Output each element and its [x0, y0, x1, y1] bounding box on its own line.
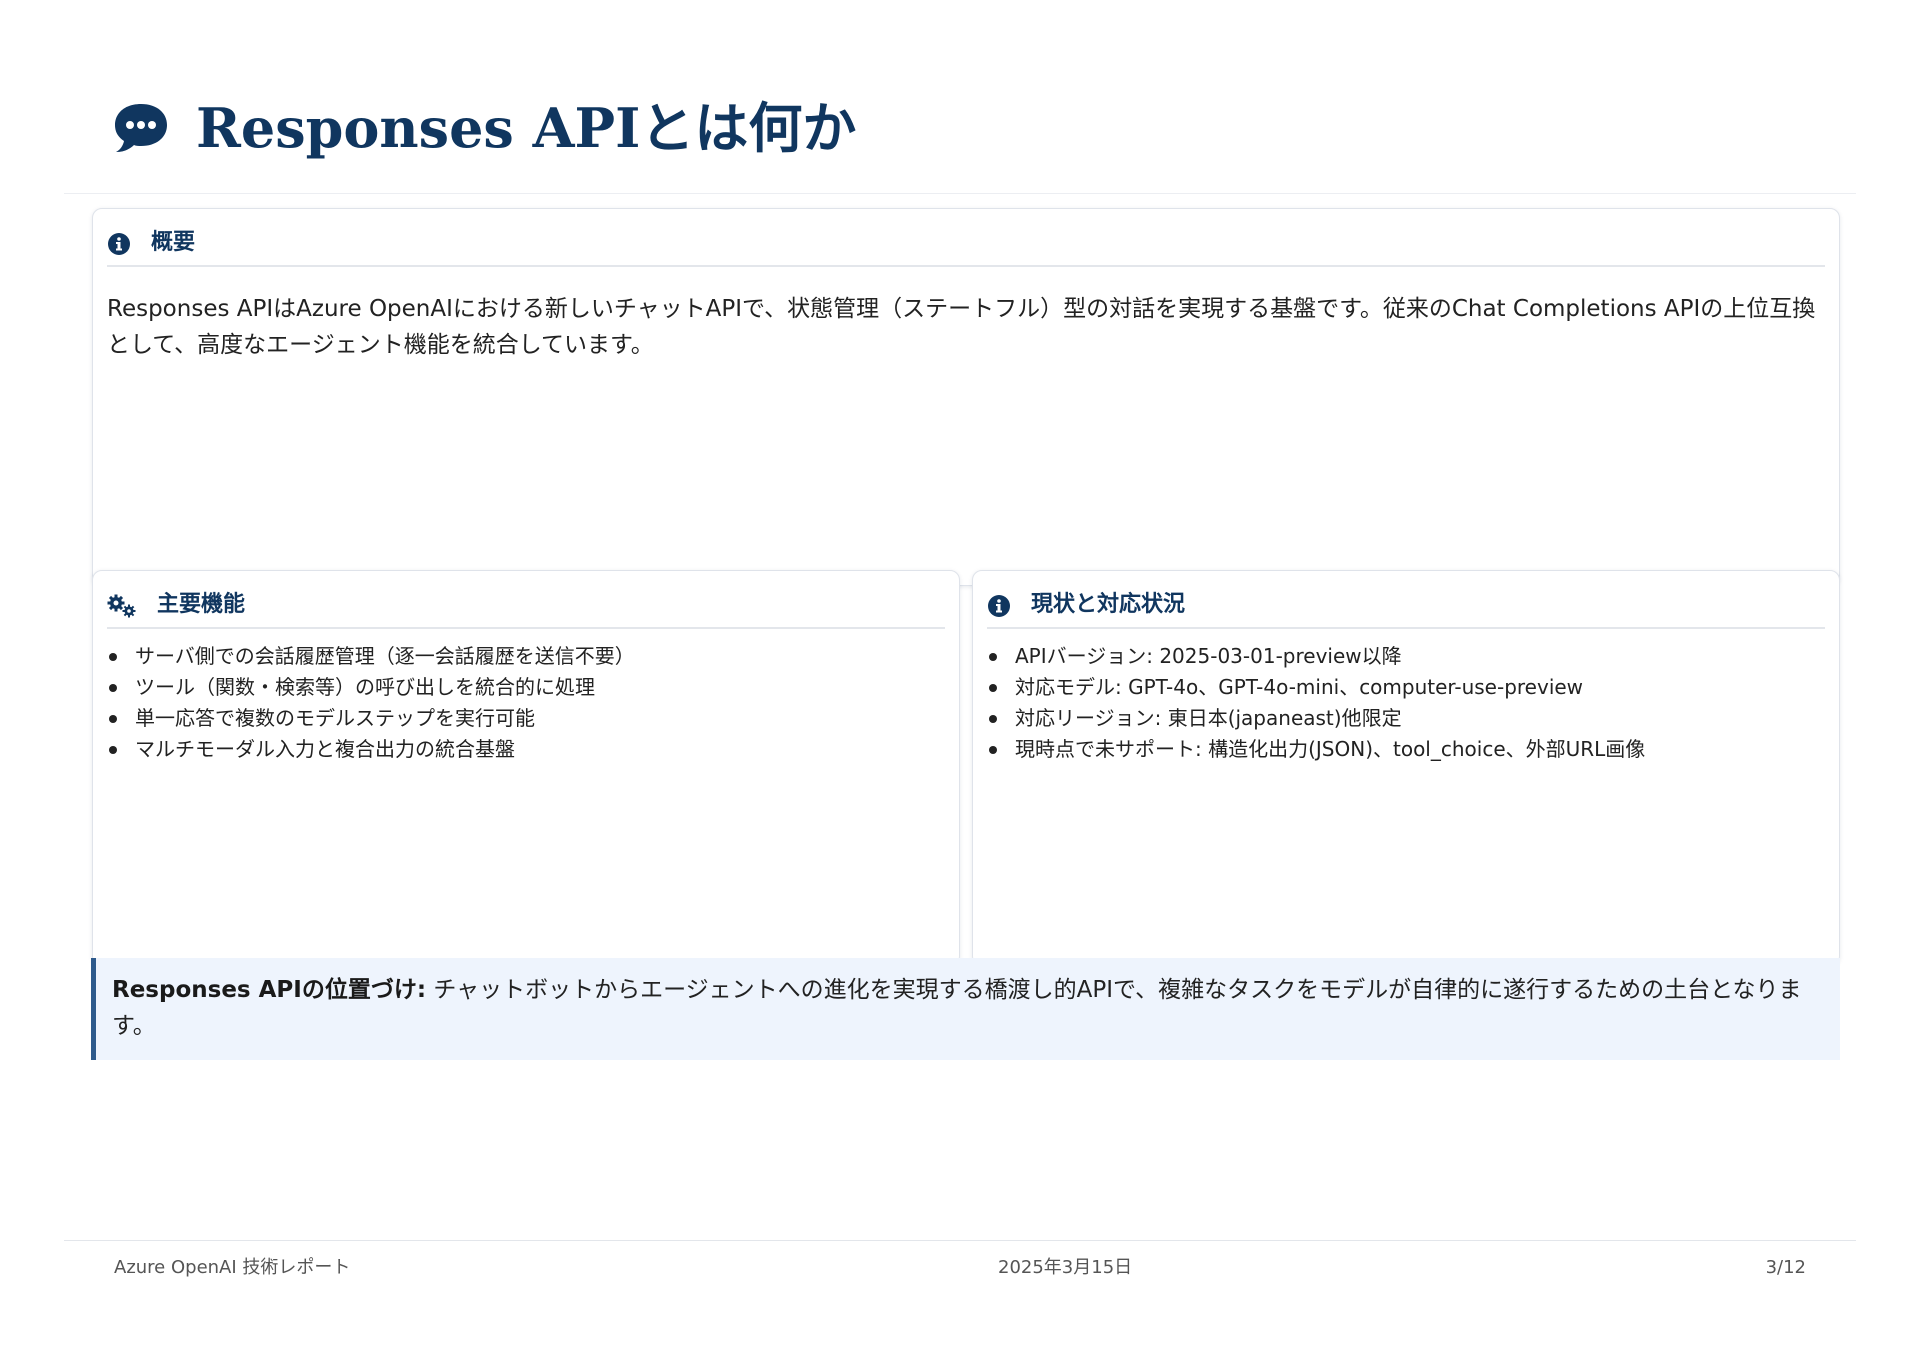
bullet-icon	[989, 653, 997, 661]
features-heading: 主要機能	[157, 592, 246, 617]
bullet-icon	[989, 684, 997, 692]
features-card: 主要機能 サーバ側での会話履歴管理（逐一会話履歴を送信不要） ツール（関数・検索…	[92, 570, 960, 966]
list-item-text: 現時点で未サポート: 構造化出力(JSON)、tool_choice、外部URL…	[1015, 737, 1646, 761]
list-item: 現時点で未サポート: 構造化出力(JSON)、tool_choice、外部URL…	[987, 734, 1825, 765]
footer-report-name: Azure OpenAI 技術レポート	[114, 1257, 351, 1278]
list-item: サーバ側での会話履歴管理（逐一会話履歴を送信不要）	[107, 641, 945, 672]
callout-label: Responses APIの位置づけ:	[112, 977, 427, 1003]
bullet-icon	[109, 684, 117, 692]
footer-page-number: 3/12	[1765, 1257, 1806, 1278]
status-card: 現状と対応状況 APIバージョン: 2025-03-01-preview以降 対…	[972, 570, 1840, 966]
list-item-text: 単一応答で複数のモデルステップを実行可能	[135, 706, 535, 730]
slide-header: Responses APIとは何か	[64, 60, 1856, 194]
page-title: Responses APIとは何か	[196, 96, 857, 160]
list-item: 対応モデル: GPT-4o、GPT-4o-mini、computer-use-p…	[987, 672, 1825, 703]
overview-text: Responses APIはAzure OpenAIにおける新しいチャットAPI…	[107, 296, 1816, 358]
list-item: ツール（関数・検索等）の呼び出しを統合的に処理	[107, 672, 945, 703]
footer-date: 2025年3月15日	[998, 1257, 1133, 1278]
bullet-icon	[109, 653, 117, 661]
bullet-icon	[989, 715, 997, 723]
bullet-icon	[109, 715, 117, 723]
list-item-text: マルチモーダル入力と複合出力の統合基盤	[135, 737, 515, 761]
list-item: 単一応答で複数のモデルステップを実行可能	[107, 703, 945, 734]
info-circle-icon	[108, 233, 130, 255]
bullet-icon	[109, 746, 117, 754]
list-item: APIバージョン: 2025-03-01-preview以降	[987, 641, 1825, 672]
status-list: APIバージョン: 2025-03-01-preview以降 対応モデル: GP…	[987, 641, 1825, 765]
list-item-text: ツール（関数・検索等）の呼び出しを統合的に処理	[135, 675, 595, 699]
overview-card-header: 概要	[107, 219, 1825, 267]
status-card-header: 現状と対応状況	[987, 581, 1825, 629]
positioning-callout: Responses APIの位置づけ: チャットボットからエージェントへの進化を…	[91, 958, 1840, 1060]
gears-icon	[107, 594, 136, 618]
features-card-header: 主要機能	[107, 581, 945, 629]
status-heading: 現状と対応状況	[1031, 592, 1186, 617]
list-item-text: 対応モデル: GPT-4o、GPT-4o-mini、computer-use-p…	[1015, 675, 1584, 699]
list-item: 対応リージョン: 東日本(japaneast)他限定	[987, 703, 1825, 734]
bullet-icon	[989, 746, 997, 754]
callout-text: Responses APIの位置づけ: チャットボットからエージェントへの進化を…	[112, 972, 1832, 1044]
info-circle-icon	[988, 595, 1010, 617]
list-item-text: APIバージョン: 2025-03-01-preview以降	[1015, 644, 1402, 668]
list-item: マルチモーダル入力と複合出力の統合基盤	[107, 734, 945, 765]
overview-heading: 概要	[151, 230, 196, 255]
list-item-text: サーバ側での会話履歴管理（逐一会話履歴を送信不要）	[135, 644, 635, 668]
overview-card: 概要 Responses APIはAzure OpenAIにおける新しいチャット…	[92, 208, 1840, 586]
slide-footer: Azure OpenAI 技術レポート 2025年3月15日 3/12	[64, 1240, 1856, 1300]
chat-bubble-icon	[115, 104, 167, 152]
list-item-text: 対応リージョン: 東日本(japaneast)他限定	[1015, 706, 1402, 730]
features-list: サーバ側での会話履歴管理（逐一会話履歴を送信不要） ツール（関数・検索等）の呼び…	[107, 641, 945, 765]
